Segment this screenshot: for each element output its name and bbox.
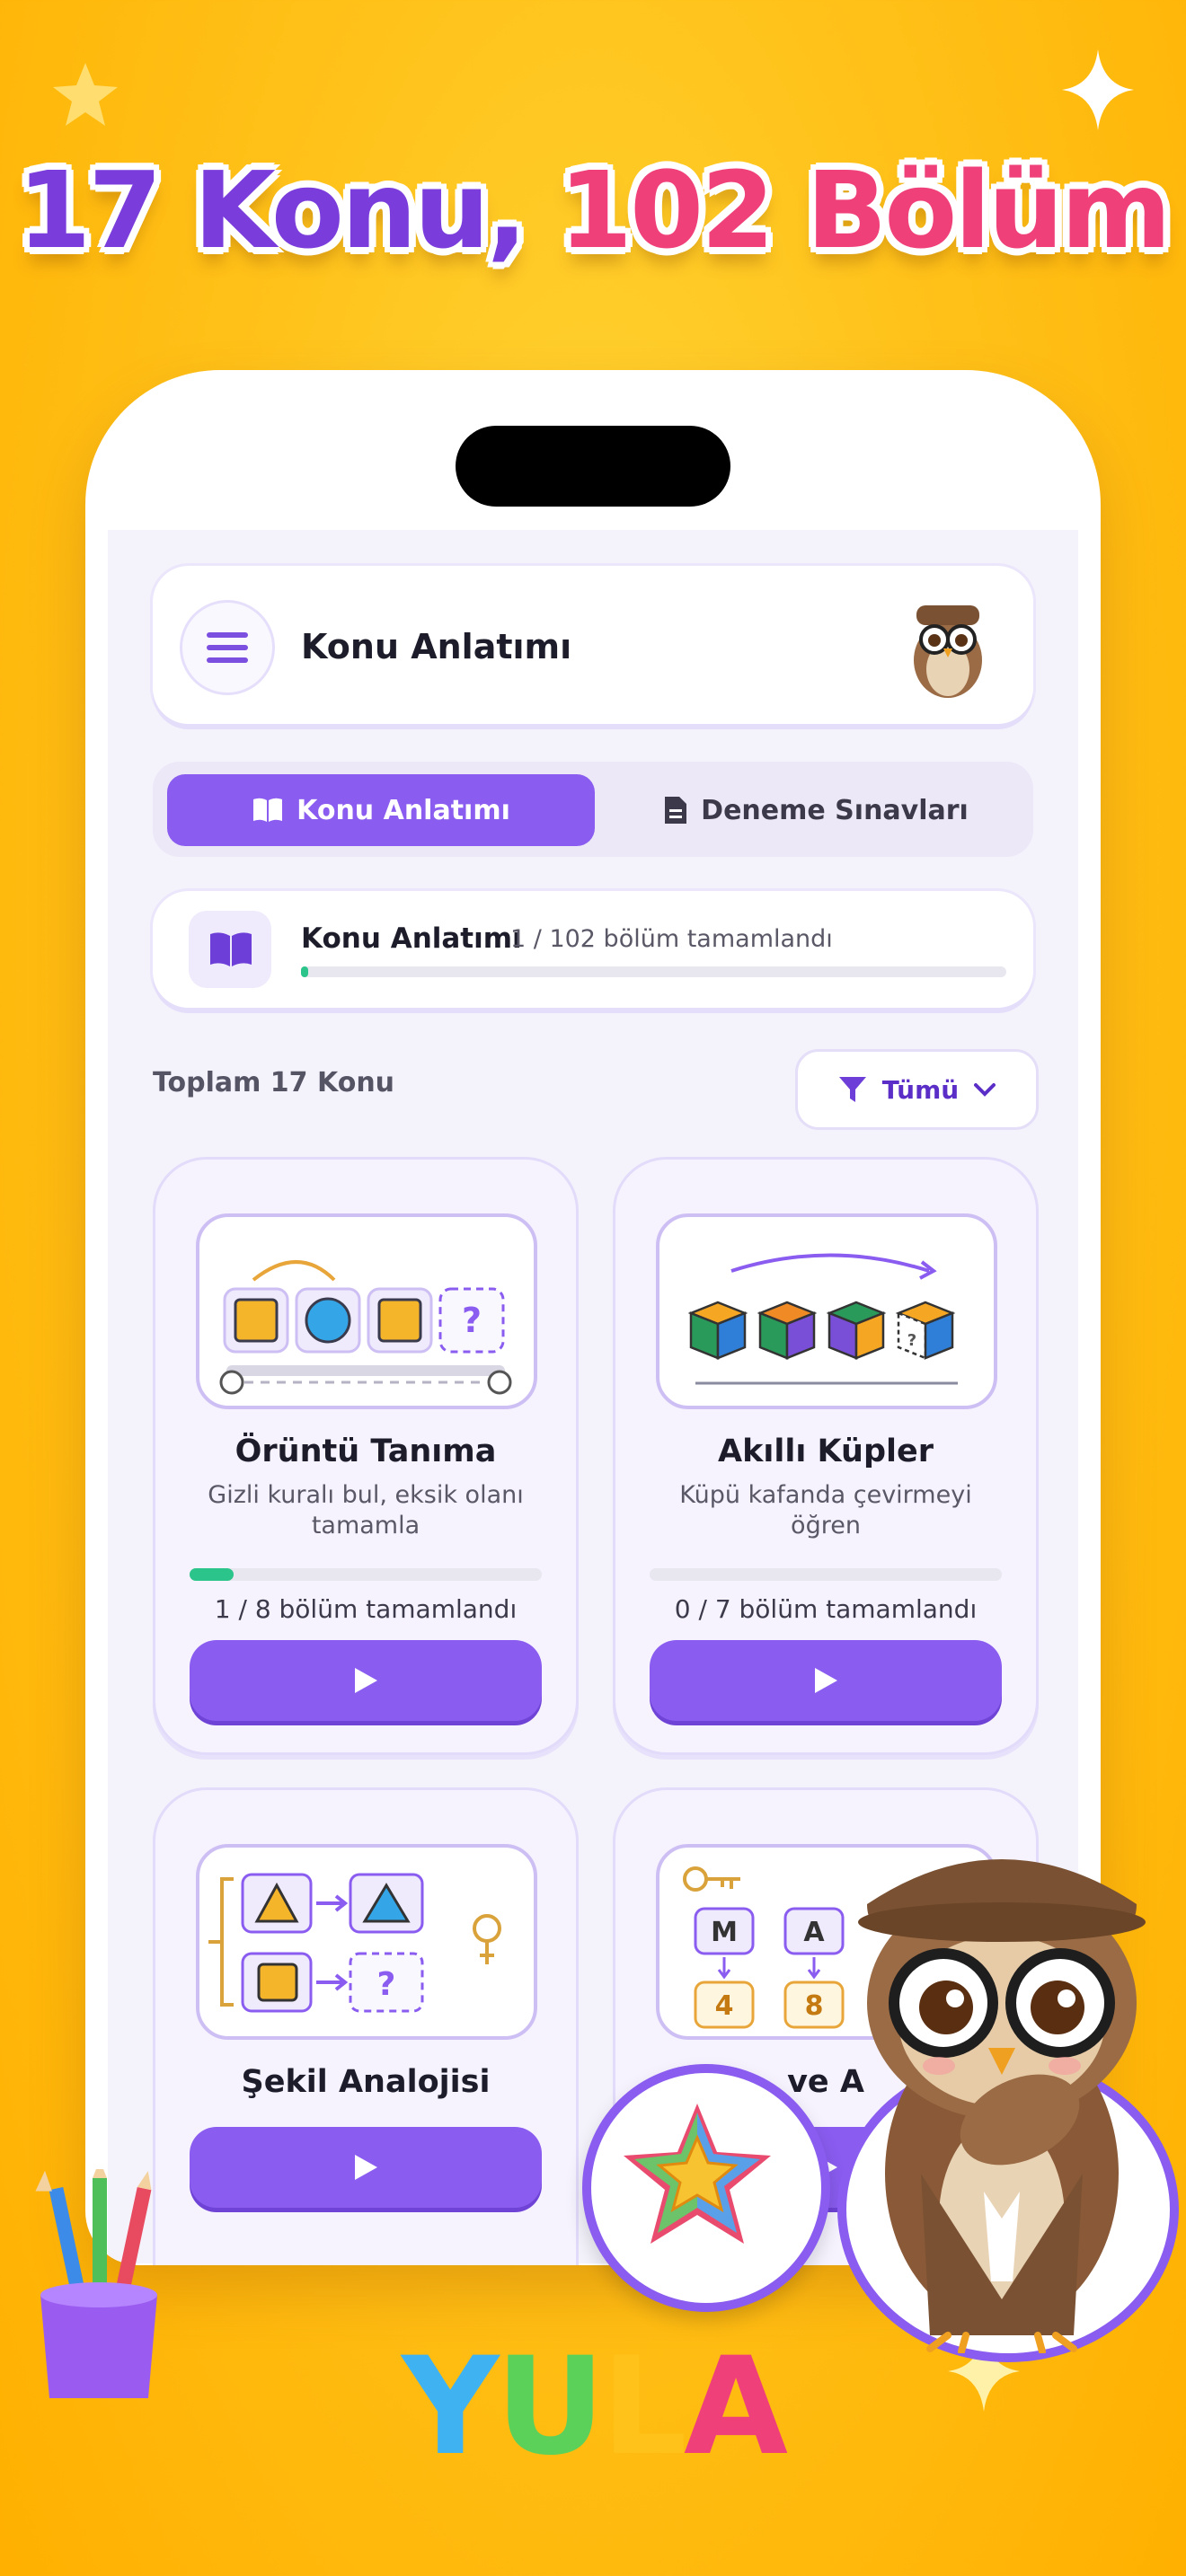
question-mark: ? (462, 1301, 482, 1340)
page-title: Konu Anlatımı (301, 627, 572, 666)
topic-card-cubes[interactable]: ? Akıllı Küpler Küpü kafanda çevirmeyi ö… (613, 1157, 1039, 1755)
progress-title: Konu Anlatımı (301, 922, 522, 955)
logo-letter-a: A (683, 2329, 788, 2485)
question-mark: ? (377, 1966, 396, 2003)
progress-subtitle: 1 / 102 bölüm tamamlandı (510, 925, 833, 953)
menu-icon (207, 657, 248, 663)
book-icon (253, 798, 283, 822)
letter-m: M (711, 1917, 738, 1948)
shape-analogy-icon: ? (208, 1873, 501, 2013)
filter-icon (838, 1077, 866, 1102)
play-button[interactable] (190, 1640, 542, 1721)
sparkle-icon (1062, 49, 1134, 130)
topic-progress-fill (190, 1568, 234, 1581)
topic-card-shape-analogy[interactable]: ? Şekil Analojisi (153, 1787, 579, 2265)
filter-label: Tümü (881, 1074, 960, 1105)
play-icon (355, 2155, 377, 2180)
topic-card-pattern[interactable]: ? Örüntü Tanıma Gizli kuralı bul, eksik … (153, 1157, 579, 1755)
tab-label: Konu Anlatımı (296, 794, 510, 826)
filter-dropdown[interactable]: Tümü (795, 1049, 1039, 1130)
play-icon (815, 1668, 837, 1693)
pattern-illustration: ? (196, 1213, 537, 1409)
topic-progress-bar (650, 1568, 1002, 1581)
topic-title: Şekil Analojisi (241, 2064, 491, 2100)
topic-progress-bar (190, 1568, 542, 1581)
document-icon (665, 797, 687, 824)
play-icon (355, 1668, 377, 1693)
topic-title: Akıllı Küpler (717, 1434, 934, 1469)
number-four: 4 (715, 1990, 734, 2022)
topic-description: Küpü kafanda çevirmeyi öğren (679, 1481, 972, 1539)
cubes-icon: ? (687, 1253, 958, 1385)
menu-button[interactable] (180, 600, 275, 695)
play-button[interactable] (650, 1640, 1002, 1721)
cubes-illustration: ? (656, 1213, 997, 1409)
owl-mascot (858, 1859, 1146, 2353)
overall-progress-fill (301, 966, 308, 977)
topic-description: Gizli kuralı bul, eksik olanı tamamla (208, 1481, 524, 1539)
headline: 17 Konu, 102 Bölüm (0, 157, 1186, 263)
book-icon-box (189, 911, 271, 988)
owl-avatar[interactable] (898, 593, 997, 701)
topic-progress-text: 0 / 7 bölüm tamamlandı (674, 1594, 978, 1624)
yula-logo: YULA (0, 2340, 1186, 2475)
logo-letter-l: L (601, 2329, 687, 2485)
topic-title: Örüntü Tanıma (235, 1434, 497, 1469)
sparkle-star-icon (53, 63, 118, 126)
topic-progress-text: 1 / 8 bölüm tamamlandı (214, 1594, 518, 1624)
tab-deneme-sinavlari[interactable]: Deneme Sınavları (602, 774, 1030, 846)
headline-part1: 17 Konu, (17, 148, 527, 272)
total-topics-label: Toplam 17 Konu (153, 1067, 395, 1098)
logo-letter-y: Y (401, 2329, 500, 2485)
tab-konu-anlatimi[interactable]: Konu Anlatımı (167, 774, 595, 846)
menu-icon (207, 632, 248, 638)
logo-letter-u: U (495, 2329, 606, 2485)
chevron-down-icon (974, 1083, 996, 1097)
menu-icon (207, 645, 248, 650)
overall-progress-bar (301, 966, 1006, 977)
shape-analogy-illustration: ? (196, 1844, 537, 2040)
book-icon (210, 932, 252, 966)
star-icon (624, 2104, 771, 2244)
overall-progress-card: Konu Anlatımı 1 / 102 bölüm tamamlandı (153, 891, 1033, 1008)
app-header: Konu Anlatımı (153, 566, 1033, 724)
question-mark: ? (907, 1331, 916, 1350)
segmented-tabs: Konu Anlatımı Deneme Sınavları (153, 762, 1033, 857)
pattern-shapes-icon: ? (219, 1260, 512, 1395)
play-button[interactable] (190, 2127, 542, 2208)
star-badge (582, 2064, 830, 2312)
dynamic-island (456, 426, 730, 507)
tab-label: Deneme Sınavları (701, 794, 969, 826)
headline-part2: 102 Bölüm (558, 148, 1172, 272)
